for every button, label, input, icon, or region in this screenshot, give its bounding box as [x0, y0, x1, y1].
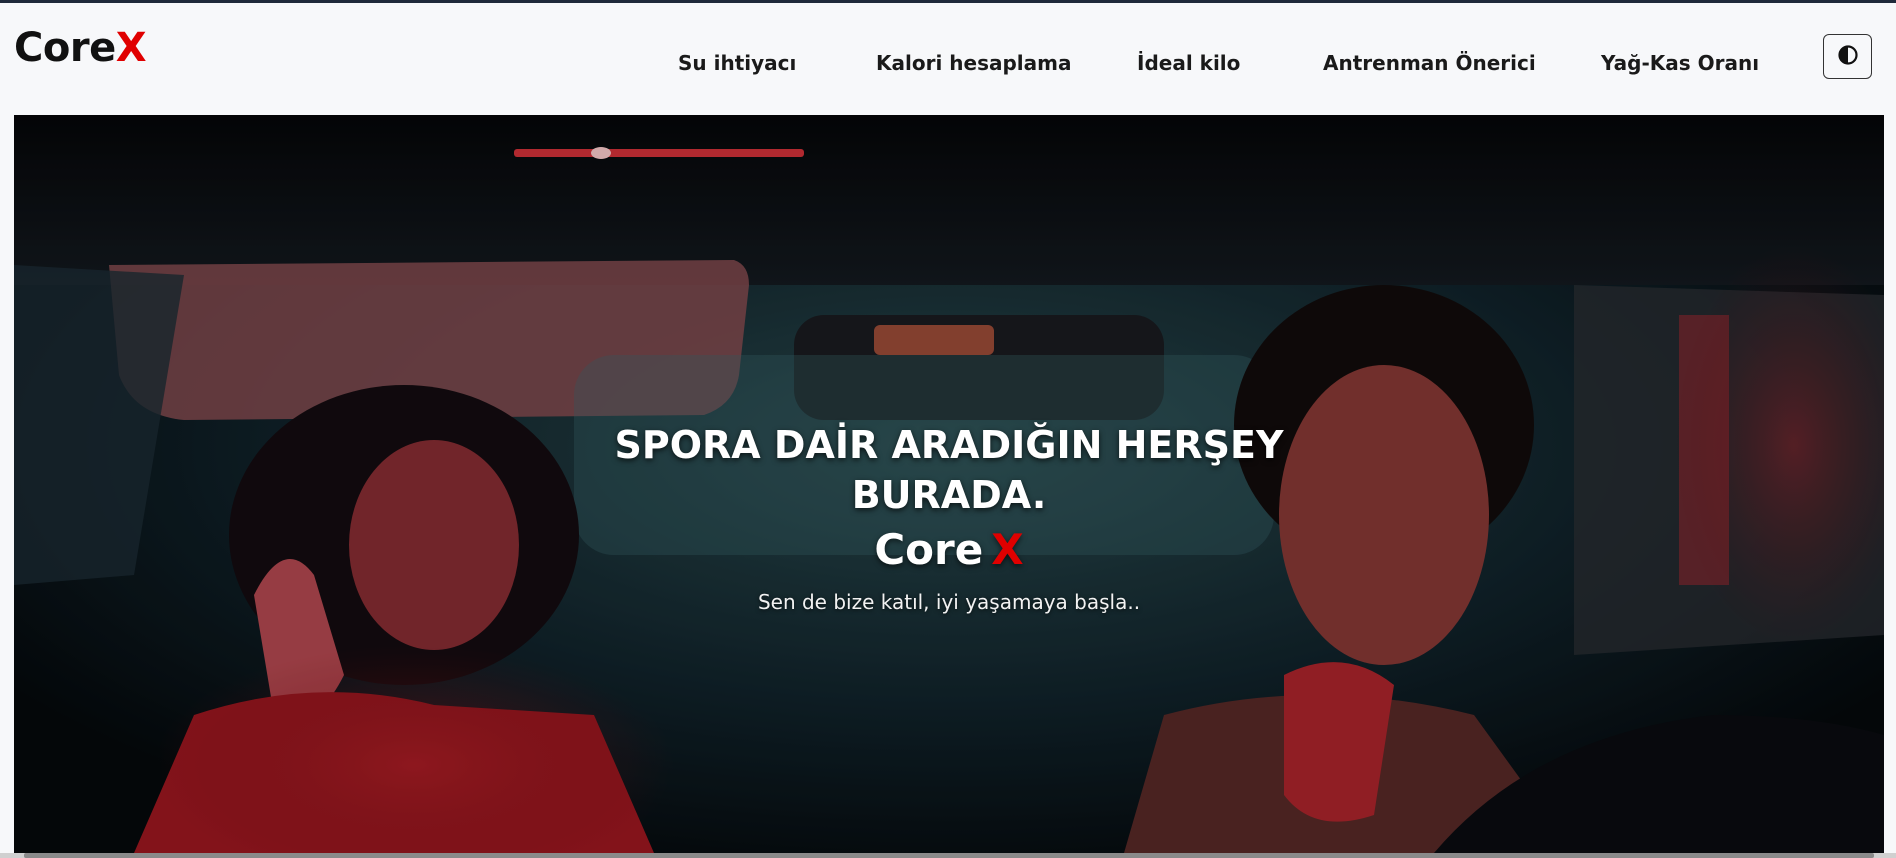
horizontal-scrollbar-thumb[interactable]: [24, 853, 1874, 858]
navbar: CoreX Su ihtiyacı Kalori hesaplama İdeal…: [0, 3, 1896, 115]
logo-accent-text: X: [115, 25, 147, 71]
nav-link-water-need[interactable]: Su ihtiyacı: [678, 51, 796, 75]
nav-link-fat-muscle-ratio[interactable]: Yağ-Kas Oranı: [1601, 51, 1759, 75]
hero-brand: Core X: [14, 525, 1884, 574]
hero-tagline: Sen de bize katıl, iyi yaşamaya başla..: [757, 590, 1141, 614]
hero-headline: SPORA DAİR ARADIĞIN HERŞEY BURADA.: [614, 423, 1284, 517]
logo-main-text: Core: [14, 25, 116, 71]
nav-link-ideal-weight[interactable]: İdeal kilo: [1137, 51, 1240, 75]
nav-link-workout-suggester[interactable]: Antrenman Önerici: [1323, 51, 1536, 75]
logo[interactable]: CoreX: [14, 25, 147, 71]
hero-brand-main: Core: [874, 525, 984, 574]
nav-link-calorie-calc[interactable]: Kalori hesaplama: [876, 51, 1071, 75]
hero-text-block: SPORA DAİR ARADIĞIN HERŞEY BURADA. Core X…: [14, 115, 1884, 853]
hero-brand-accent: X: [991, 525, 1024, 574]
contrast-icon: [1837, 44, 1859, 70]
hero-section: SPORA DAİR ARADIĞIN HERŞEY BURADA. Core X…: [14, 115, 1884, 853]
theme-toggle-button[interactable]: [1823, 34, 1872, 79]
